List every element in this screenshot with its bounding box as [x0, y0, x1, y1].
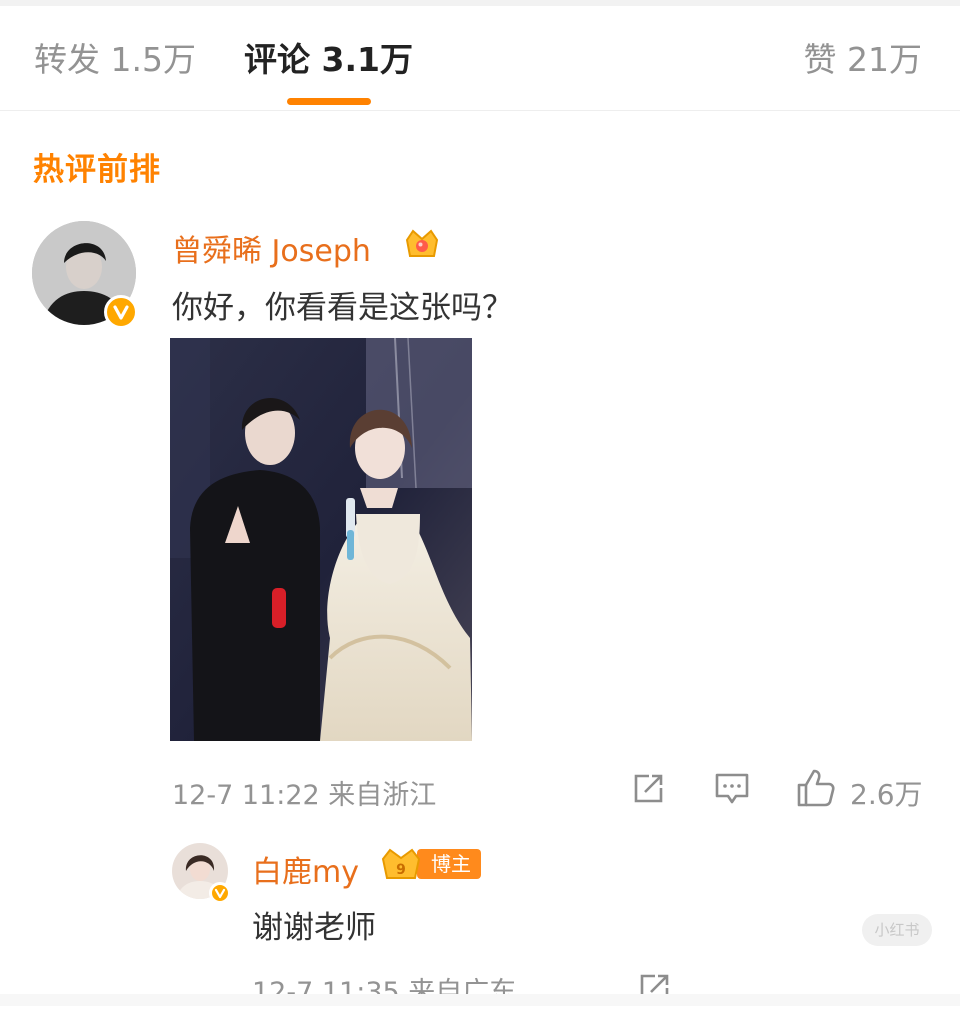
author-badge: 博主: [417, 849, 481, 879]
comment-icon[interactable]: [714, 772, 750, 806]
reply-text: 谢谢老师: [252, 910, 376, 946]
active-tab-indicator: [287, 98, 371, 105]
verified-v-icon: [209, 882, 231, 904]
thumbs-up-icon[interactable]: [796, 768, 836, 808]
comment-meta: 12-7 11:22 来自浙江: [172, 780, 437, 811]
comment-username[interactable]: 曾舜晞 Joseph: [172, 226, 371, 270]
tab-bar: 转发 1.5万 评论 3.1万 赞 21万: [0, 6, 960, 111]
comment-photo[interactable]: [170, 338, 472, 741]
section-title-hot-comments: 热评前排: [33, 152, 161, 188]
share-icon[interactable]: [631, 772, 665, 806]
tab-repost[interactable]: 转发 1.5万: [34, 40, 196, 80]
crown-badge-icon: [402, 225, 442, 263]
bottom-edge: [0, 994, 960, 1006]
tab-comments[interactable]: 评论 3.1万: [244, 40, 413, 80]
tab-likes[interactable]: 赞 21万: [804, 40, 922, 80]
comment-text: 你好，你看看是这张吗？: [172, 290, 513, 326]
svg-text:9: 9: [396, 862, 406, 878]
watermark: 小红书: [862, 914, 932, 946]
reply-username[interactable]: 白鹿my: [252, 847, 359, 891]
like-count: 2.6万: [850, 778, 923, 811]
verified-v-icon: [104, 295, 138, 329]
crown-badge-icon: 9: [378, 845, 424, 885]
